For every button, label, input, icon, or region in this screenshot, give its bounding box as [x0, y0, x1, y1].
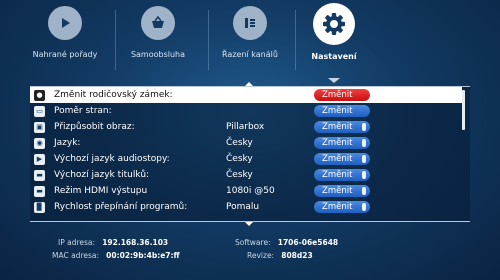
change-button[interactable]: Změnit — [314, 121, 370, 133]
setting-label: Výchozí jazyk titulků: — [54, 170, 150, 180]
play-icon — [48, 6, 82, 40]
setting-value: Česky — [226, 138, 253, 148]
mac-value: 00:02:9b:4b:e7:ff — [106, 251, 180, 260]
toggle-dot-icon — [362, 187, 366, 195]
change-button[interactable]: Změnit — [314, 137, 370, 149]
change-button[interactable]: Změnit — [314, 153, 370, 165]
tab-settings[interactable]: Nastavení — [284, 3, 384, 61]
toggle-dot-icon — [362, 203, 366, 211]
software-value: 1706-06e5648 — [277, 238, 339, 247]
setting-row-parental-lock[interactable]: ● Změnit rodičovský zámek: Změnit — [30, 87, 462, 103]
change-button[interactable]: Změnit — [314, 89, 370, 101]
aspect-ratio-icon: ▭ — [34, 105, 45, 117]
tab-label: Nastavení — [311, 52, 357, 61]
ip-address-info: IP adresa: 192.168.36.103 — [58, 238, 168, 247]
setting-row-hdmi-mode[interactable]: ▬ Režim HDMI výstupu 1080i @50 Změnit — [30, 183, 462, 199]
setting-row-language[interactable]: ◉ Jazyk: Česky Změnit — [30, 135, 462, 151]
toggle-dot-icon — [362, 139, 366, 147]
scroll-up-icon[interactable] — [245, 82, 253, 86]
setting-value: Česky — [226, 154, 253, 164]
basket-icon — [141, 6, 175, 40]
gear-icon — [313, 3, 355, 45]
lock-icon: ● — [34, 89, 45, 101]
setting-label: Poměr stran: — [54, 106, 112, 116]
change-button[interactable]: Změnit — [314, 201, 370, 213]
mac-label: MAC adresa: — [52, 251, 100, 260]
setting-label: Přizpůsobit obraz: — [54, 122, 135, 132]
change-button[interactable]: Změnit — [314, 105, 370, 117]
setting-value: Pillarbox — [226, 122, 265, 132]
setting-value: 1080i @50 — [226, 186, 275, 196]
setting-label: Výchozí jazyk audiostopy: — [54, 154, 170, 164]
setting-label: Jazyk: — [54, 138, 81, 148]
setting-value: Česky — [226, 170, 253, 180]
toggle-dot-icon — [362, 155, 366, 163]
setting-row-picture-fit[interactable]: ▣ Přizpůsobit obraz: Pillarbox Změnit — [30, 119, 462, 135]
language-icon: ◉ — [34, 137, 45, 149]
setting-value: Pomalu — [226, 202, 260, 212]
signal-bars-icon: ▉ — [34, 201, 45, 213]
toggle-dot-icon — [362, 123, 366, 131]
setting-label: Rychlost přepínání programů: — [54, 202, 188, 212]
setting-row-subtitle-language[interactable]: ▬ Výchozí jazyk titulků: Česky Změnit — [30, 167, 462, 183]
revision-label: Revize: — [247, 251, 275, 260]
change-button[interactable]: Změnit — [314, 185, 370, 197]
toggle-dot-icon — [362, 171, 366, 179]
speaker-icon: ▶ — [34, 153, 45, 165]
setting-row-aspect-ratio[interactable]: ▭ Poměr stran: Změnit — [30, 103, 462, 119]
hdmi-icon: ▬ — [34, 185, 45, 197]
picture-fit-icon: ▣ — [34, 121, 45, 133]
software-label: Software: — [235, 238, 271, 247]
scroll-down-icon[interactable] — [245, 222, 253, 226]
ip-value: 192.168.36.103 — [102, 238, 169, 247]
top-menu: Nahrané pořady Samoobsluha Řazení kanálů — [0, 0, 500, 83]
software-info: Software: 1706-06e5648 — [235, 238, 338, 247]
tab-label: Samoobsluha — [130, 50, 186, 59]
subtitles-icon: ▬ — [34, 169, 45, 181]
scrollbar[interactable] — [462, 90, 465, 130]
tab-recordings[interactable]: Nahrané pořady — [15, 6, 115, 59]
settings-list: ● Změnit rodičovský zámek: Změnit ▭ Pomě… — [30, 87, 462, 215]
setting-label: Změnit rodičovský zámek: — [54, 90, 173, 100]
channel-order-icon — [233, 6, 267, 40]
tab-label: Nahrané pořady — [32, 50, 98, 59]
tab-self-service[interactable]: Samoobsluha — [108, 6, 208, 59]
ip-label: IP adresa: — [58, 238, 96, 247]
change-button[interactable]: Změnit — [314, 169, 370, 181]
mac-address-info: MAC adresa: 00:02:9b:4b:e7:ff — [52, 251, 180, 260]
revision-info: Revize: 808d23 — [247, 251, 313, 260]
setting-row-zapping-speed[interactable]: ▉ Rychlost přepínání programů: Pomalu Zm… — [30, 199, 462, 215]
setting-row-audio-language[interactable]: ▶ Výchozí jazyk audiostopy: Česky Změnit — [30, 151, 462, 167]
revision-value: 808d23 — [281, 251, 313, 260]
active-tab-indicator — [328, 78, 340, 83]
setting-label: Režim HDMI výstupu — [54, 186, 148, 196]
